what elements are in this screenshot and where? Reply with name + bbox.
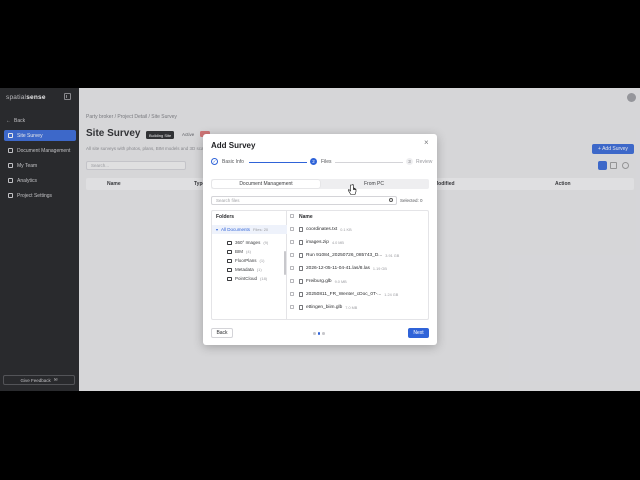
file-browser: Folders ▾ All Documents Files: 20 360° I… <box>211 210 429 320</box>
app-window: spatialsense ← Back Site Survey Document… <box>0 88 640 391</box>
folder-icon <box>227 276 232 281</box>
chevron-down-icon: ▾ <box>216 227 219 232</box>
file-checkbox[interactable] <box>290 292 294 296</box>
file-row[interactable]: 20250811_FR_Wenter_cDoc_0T-... 1.24 GB <box>287 288 428 301</box>
folder-bim[interactable]: BIM (4) <box>212 247 287 256</box>
file-icon <box>299 227 303 232</box>
file-icon <box>299 292 303 297</box>
folders-scrollbar[interactable] <box>284 251 286 275</box>
step-dot <box>313 332 316 335</box>
file-row[interactable]: coordinates.txt 0.1 KB <box>287 223 428 236</box>
file-checkbox[interactable] <box>290 266 294 270</box>
step-line-2 <box>335 161 403 163</box>
modal-title: Add Survey <box>211 141 256 150</box>
close-icon[interactable]: × <box>424 139 429 147</box>
folder-icon <box>227 240 232 245</box>
tab-document-management[interactable]: Document Management <box>212 180 320 188</box>
file-icon <box>299 279 303 284</box>
step-3-indicator: 3 <box>406 158 413 165</box>
file-icon <box>299 240 303 245</box>
source-tabs: Document Management From PC <box>211 179 429 189</box>
files-header: Name <box>299 214 313 220</box>
folder-metadata[interactable]: Metadata (1) <box>212 265 287 274</box>
files-pane: Name coordinates.txt 0.1 KB images.zip 4… <box>287 211 428 319</box>
folder-icon <box>227 267 232 272</box>
step-3-label: Review <box>416 159 433 165</box>
file-checkbox[interactable] <box>290 279 294 283</box>
hand-cursor-icon <box>347 184 357 195</box>
file-row[interactable]: 2026-12-05-11-04-41.las/8.las 1.19 GB <box>287 262 428 275</box>
folders-header: Folders <box>216 214 235 220</box>
step-1-check-icon: ✓ <box>211 158 218 165</box>
next-button[interactable]: Next <box>408 328 429 338</box>
file-icon <box>299 266 303 271</box>
search-icon <box>389 198 393 202</box>
file-row[interactable]: images.zip 4.0 MB <box>287 236 428 249</box>
file-row[interactable]: ettingen_biim.glb 7.0 MB <box>287 301 428 314</box>
step-2-indicator: 2 <box>310 158 317 165</box>
file-row[interactable]: Freiburg.glb 9.0 MB <box>287 275 428 288</box>
step-dot-active <box>317 332 320 335</box>
file-row[interactable]: Run 91084_20250726_085743_D... 3.91 GB <box>287 249 428 262</box>
file-icon <box>299 305 303 310</box>
step-dot <box>322 332 325 335</box>
folders-pane: Folders ▾ All Documents Files: 20 360° I… <box>212 211 287 319</box>
add-survey-modal: Add Survey × ✓ Basic Info 2 Files 3 Revi… <box>203 134 437 345</box>
folder-all-documents[interactable]: ▾ All Documents Files: 20 <box>212 225 287 234</box>
folder-360-images[interactable]: 360° Images (9) <box>212 238 287 247</box>
file-checkbox[interactable] <box>290 227 294 231</box>
folder-icon <box>227 249 232 254</box>
back-button[interactable]: Back <box>211 328 233 338</box>
step-1-label: Basic Info <box>222 159 244 165</box>
select-all-checkbox[interactable] <box>290 214 294 218</box>
file-checkbox[interactable] <box>290 305 294 309</box>
search-files-input[interactable]: Search files <box>211 196 397 205</box>
step-line-1 <box>249 161 307 163</box>
folder-pointcloud[interactable]: PointCloud (18) <box>212 274 287 283</box>
step-2-label: Files <box>321 159 332 165</box>
file-checkbox[interactable] <box>290 240 294 244</box>
file-icon <box>299 253 303 258</box>
pagination-dots <box>313 332 325 335</box>
stepper: ✓ Basic Info 2 Files 3 Review <box>211 158 433 166</box>
file-checkbox[interactable] <box>290 253 294 257</box>
folder-icon <box>227 258 232 263</box>
tab-from-pc[interactable]: From PC <box>320 180 428 188</box>
selected-count: Selected: 0 <box>400 198 423 203</box>
folder-floorplans[interactable]: FloorPlans (1) <box>212 256 287 265</box>
